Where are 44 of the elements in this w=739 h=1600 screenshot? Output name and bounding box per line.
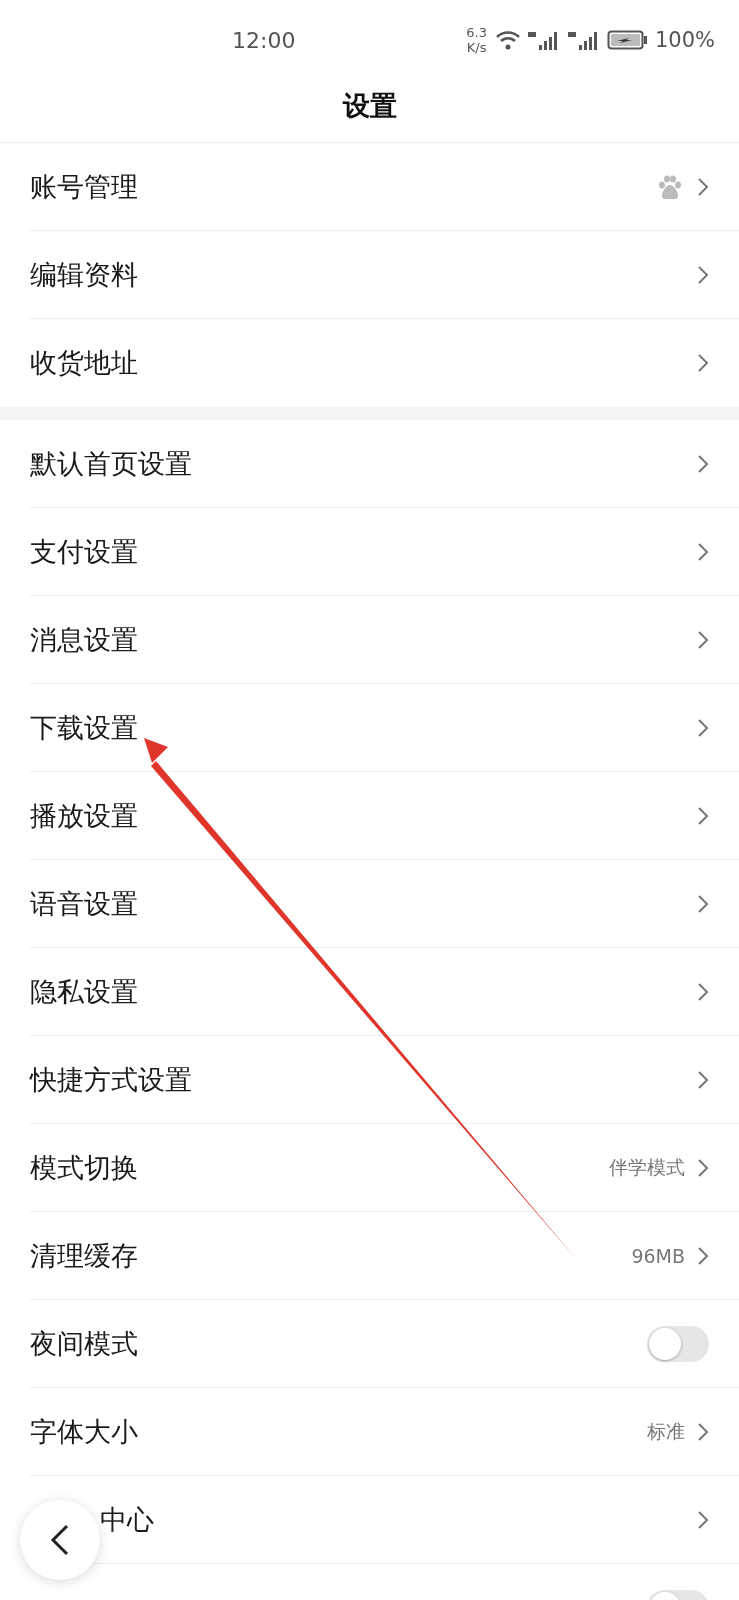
network-speed: 6.3: [466, 25, 487, 40]
setting-label[interactable]: 清理缓存: [30, 1237, 138, 1274]
chevron-icon: [697, 453, 709, 474]
chevron-icon: [697, 176, 709, 197]
setting-label[interactable]: 隐私设置: [30, 973, 138, 1010]
chevron-icon: [697, 1245, 709, 1266]
chevron-icon: [697, 264, 709, 285]
toggle-switch[interactable]: [647, 1325, 709, 1362]
setting-label[interactable]: 字体大小: [30, 1413, 138, 1450]
chevron-icon: [697, 981, 709, 1002]
status-time: 12:00: [232, 27, 297, 53]
paw-icon: [657, 173, 683, 200]
setting-label[interactable]: 语音设置: [30, 885, 138, 922]
setting-label[interactable]: 消息设置: [30, 621, 138, 658]
chevron-icon: [697, 893, 709, 914]
chevron-icon: [697, 717, 709, 738]
setting-label[interactable]: 默认首页设置: [30, 445, 192, 482]
row-value: 伴学模式: [609, 1154, 685, 1180]
setting-label[interactable]: 账号管理: [30, 168, 138, 205]
setting-label[interactable]: 编辑资料: [30, 256, 138, 293]
setting-label[interactable]: 模式切换: [30, 1149, 138, 1186]
setting-label[interactable]: 下载设置: [30, 709, 138, 746]
chevron-icon: [697, 541, 709, 562]
row-value: 96MB: [631, 1244, 685, 1267]
chevron-icon: [697, 1157, 709, 1178]
chevron-icon: [697, 353, 709, 373]
speed-unit: K/s: [466, 40, 487, 55]
chevron-icon: [697, 1509, 709, 1530]
wifi-icon: [494, 29, 521, 51]
setting-label[interactable]: 收货地址: [30, 345, 138, 381]
battery-icon: [606, 29, 649, 51]
setting-label[interactable]: 夜间模式: [30, 1325, 138, 1362]
row-value: 标准: [647, 1418, 685, 1444]
chevron-icon: [697, 805, 709, 826]
setting-label[interactable]: 播放设置: [30, 797, 138, 834]
chevron-icon: [697, 1421, 709, 1442]
back-icon: [50, 1524, 70, 1556]
setting-label[interactable]: 中心: [100, 1501, 154, 1538]
page-title: 设置: [342, 89, 397, 123]
setting-label[interactable]: 支付设置: [30, 533, 138, 570]
setting-label[interactable]: 快捷方式设置: [30, 1061, 192, 1098]
chevron-icon: [697, 629, 709, 650]
battery-percent: 100%: [654, 28, 715, 52]
chevron-icon: [697, 1069, 709, 1090]
